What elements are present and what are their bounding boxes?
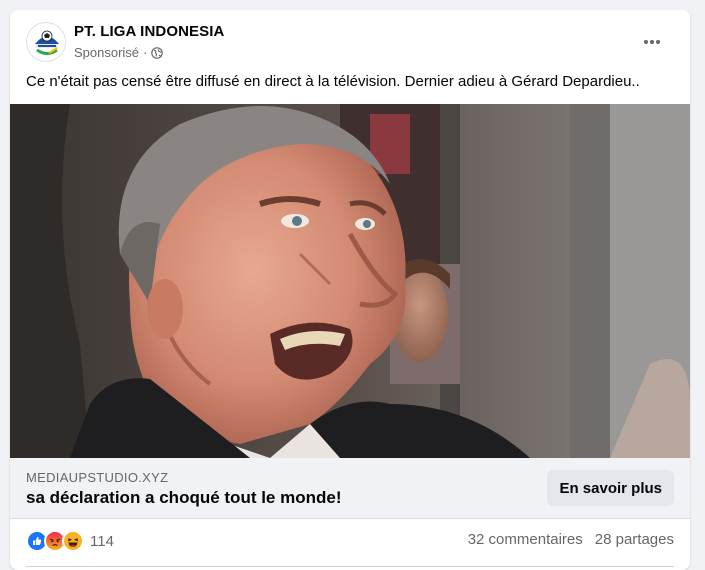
post-meta: Sponsorisé · — [74, 45, 164, 60]
post-image[interactable]: IT DE — [10, 104, 690, 458]
page-name[interactable]: PT. LIGA INDONESIA — [74, 23, 224, 40]
sponsored-post-card: PT. LIGA INDONESIA Sponsorisé · Ce n'éta… — [10, 10, 690, 570]
globe-icon — [151, 46, 164, 59]
link-domain: MEDIAUPSTUDIO.XYZ — [26, 470, 169, 485]
shares-count-link[interactable]: 28 partages — [595, 531, 674, 548]
reaction-count: 114 — [90, 532, 114, 550]
post-header: PT. LIGA INDONESIA Sponsorisé · — [26, 22, 678, 62]
page-avatar[interactable] — [26, 22, 66, 62]
meta-separator: · — [143, 45, 148, 60]
liga-logo-icon — [28, 24, 65, 61]
more-dots-icon — [644, 40, 660, 44]
more-options-button[interactable] — [636, 26, 668, 58]
link-headline[interactable]: sa déclaration a choqué tout le monde! — [26, 488, 342, 508]
learn-more-button[interactable]: En savoir plus — [547, 470, 674, 506]
actions-divider — [26, 566, 674, 567]
link-preview[interactable]: MEDIAUPSTUDIO.XYZ sa déclaration a choqu… — [10, 458, 690, 519]
sponsored-label[interactable]: Sponsorisé — [74, 45, 139, 60]
comments-count-link[interactable]: 32 commentaires — [468, 531, 583, 548]
post-text: Ce n'était pas censé être diffusé en dir… — [26, 73, 640, 90]
reactions-summary[interactable]: 114 — [26, 530, 114, 552]
engagement-bar: 114 32 commentaires 28 partages — [26, 528, 674, 552]
post-counts: 32 commentaires 28 partages — [468, 531, 674, 548]
haha-icon — [62, 530, 84, 552]
